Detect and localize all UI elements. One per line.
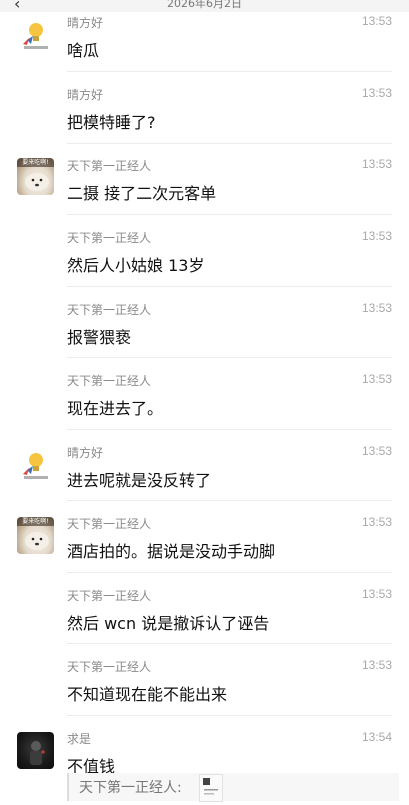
sender-name: 天下第一正经人 bbox=[67, 159, 152, 173]
message-time: 13:53 bbox=[361, 587, 392, 601]
message-text[interactable]: 二摄 接了二次元客单 bbox=[67, 180, 216, 204]
divider bbox=[67, 500, 392, 501]
avatar[interactable]: 要来吃啊! bbox=[17, 517, 54, 554]
message-text[interactable]: 进去呢就是没反转了 bbox=[67, 467, 211, 491]
sender-name: 天下第一正经人 bbox=[67, 660, 152, 674]
sender-name: 晴方好 bbox=[67, 446, 104, 460]
message-time: 13:53 bbox=[361, 658, 392, 672]
message-text[interactable]: 报警猥亵 bbox=[67, 324, 131, 348]
sender-name: 求是 bbox=[67, 732, 92, 746]
dog-avatar-icon bbox=[25, 173, 49, 191]
message-time: 13:53 bbox=[361, 444, 392, 458]
divider bbox=[67, 715, 392, 716]
sender-name: 天下第一正经人 bbox=[67, 231, 152, 245]
lightbulb-avatar-icon bbox=[23, 23, 48, 49]
divider bbox=[67, 572, 392, 573]
chat-top-bar: ‹ 2026年6月2日 bbox=[0, 0, 409, 12]
sender-name: 天下第一正经人 bbox=[67, 303, 152, 317]
image-thumbnail-icon bbox=[203, 778, 218, 795]
message-time: 13:53 bbox=[361, 14, 392, 28]
message-text[interactable]: 然后 wcn 说是撤诉认了诬告 bbox=[67, 610, 269, 634]
message-time: 13:54 bbox=[361, 730, 392, 744]
divider bbox=[67, 429, 392, 430]
avatar[interactable] bbox=[17, 448, 54, 485]
sender-name: 晴方好 bbox=[67, 16, 104, 30]
message-text[interactable]: 不知道现在能不能出来 bbox=[67, 681, 227, 705]
quoted-message[interactable]: 天下第一正经人: bbox=[67, 773, 399, 802]
divider bbox=[67, 214, 392, 215]
message-text[interactable]: 酒店拍的。据说是没动手动脚 bbox=[67, 538, 275, 562]
message-time: 13:53 bbox=[361, 301, 392, 315]
message-time: 13:53 bbox=[361, 515, 392, 529]
sender-name: 天下第一正经人 bbox=[67, 589, 152, 603]
avatar[interactable]: 要来吃啊! bbox=[17, 158, 54, 195]
divider bbox=[67, 357, 392, 358]
message-text[interactable]: 然后人小姑娘 13岁 bbox=[67, 252, 204, 276]
dog-avatar-icon bbox=[25, 532, 49, 550]
avatar[interactable] bbox=[17, 18, 54, 55]
sender-name: 天下第一正经人 bbox=[67, 374, 152, 388]
quoted-image-thumbnail[interactable] bbox=[199, 774, 223, 802]
divider bbox=[67, 643, 392, 644]
sender-name: 天下第一正经人 bbox=[67, 517, 152, 531]
message-time: 13:53 bbox=[361, 372, 392, 386]
dark-figure-avatar-icon bbox=[30, 741, 45, 765]
message-time: 13:53 bbox=[361, 229, 392, 243]
lightbulb-avatar-icon bbox=[23, 453, 48, 479]
message-time: 13:53 bbox=[361, 157, 392, 171]
divider bbox=[67, 71, 392, 72]
quoted-sender: 天下第一正经人: bbox=[79, 780, 182, 796]
divider bbox=[67, 143, 392, 144]
message-time: 13:53 bbox=[361, 86, 392, 100]
message-text[interactable]: 啥瓜 bbox=[67, 37, 99, 61]
avatar[interactable] bbox=[17, 732, 54, 769]
message-text[interactable]: 把模特睡了? bbox=[67, 109, 156, 133]
date-header: 2026年6月2日 bbox=[167, 0, 242, 10]
sender-name: 晴方好 bbox=[67, 88, 104, 102]
message-text[interactable]: 现在进去了。 bbox=[67, 395, 163, 419]
divider bbox=[67, 286, 392, 287]
